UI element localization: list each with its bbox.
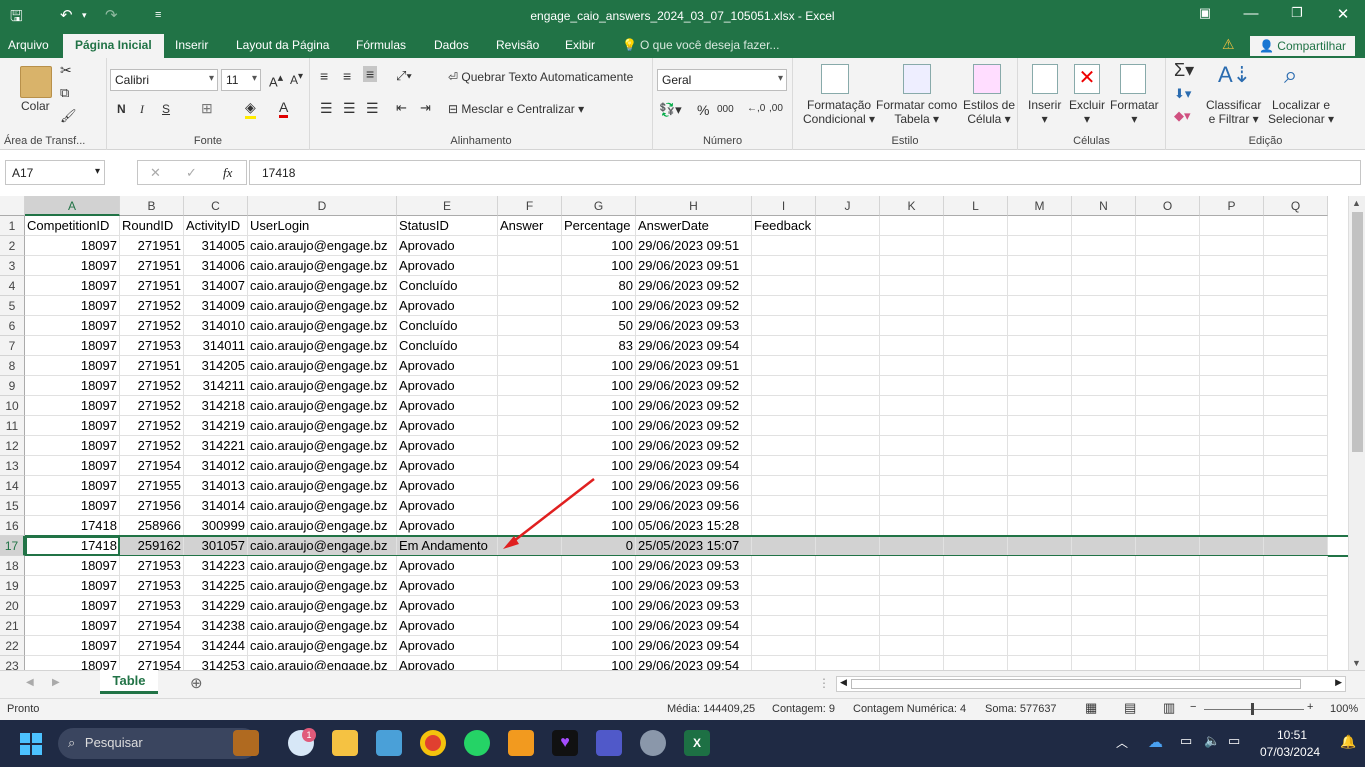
- status-count: Contagem: 9: [772, 703, 835, 715]
- split-handle-icon[interactable]: ⋮: [818, 676, 830, 690]
- next-sheet-icon[interactable]: ▶: [52, 677, 60, 688]
- status-sum: Soma: 577637: [985, 703, 1057, 715]
- sheet-tab-table[interactable]: Table: [100, 670, 158, 694]
- page-layout-icon[interactable]: ▤: [1124, 700, 1136, 716]
- status-average: Média: 144409,25: [667, 703, 756, 715]
- zoom-slider-thumb[interactable]: [1251, 703, 1254, 715]
- scroll-up-icon[interactable]: ▲: [1352, 198, 1361, 208]
- display-icon[interactable]: ▭: [1180, 733, 1192, 749]
- file-explorer-icon[interactable]: [332, 730, 358, 756]
- annotation-arrow: [503, 478, 595, 549]
- clock-date[interactable]: 07/03/2024: [1260, 745, 1320, 759]
- scroll-left-icon[interactable]: ◀: [840, 677, 847, 688]
- search-icon: ⌕: [68, 735, 79, 750]
- zoom-in-icon[interactable]: +: [1307, 701, 1313, 713]
- normal-view-icon[interactable]: ▦: [1085, 700, 1097, 716]
- sublime-icon[interactable]: [508, 730, 534, 756]
- heart-app-icon[interactable]: ♥: [552, 730, 578, 756]
- onedrive-icon[interactable]: ☁: [1148, 733, 1163, 751]
- status-numeric-count: Contagem Numérica: 4: [853, 703, 967, 715]
- zoom-level[interactable]: 100%: [1330, 703, 1358, 715]
- taskbar: ⌕ Pesquisar 1 ♥ X ︿ ☁ ▭ 🔈 ▭ 10:51 07/03/…: [0, 720, 1365, 767]
- page-break-icon[interactable]: ▥: [1163, 700, 1175, 716]
- horizontal-scrollbar[interactable]: ◀ ▶: [836, 676, 1346, 692]
- scroll-down-icon[interactable]: ▼: [1352, 658, 1361, 668]
- whatsapp-icon[interactable]: [464, 730, 490, 756]
- hscroll-thumb[interactable]: [851, 679, 1301, 689]
- teams-icon[interactable]: [596, 730, 622, 756]
- paint-icon[interactable]: [376, 730, 402, 756]
- sheet-bar: ◀ ▶ Table ⊕ ⋮ ◀ ▶: [0, 670, 1365, 698]
- vertical-scrollbar[interactable]: ▲ ▼: [1348, 196, 1365, 670]
- battery-icon[interactable]: ▭: [1228, 733, 1240, 749]
- clock-time[interactable]: 10:51: [1277, 728, 1307, 742]
- start-icon[interactable]: [20, 733, 42, 755]
- scroll-thumb[interactable]: [1352, 212, 1363, 452]
- search-label: Pesquisar: [84, 735, 143, 750]
- zoom-slider[interactable]: [1204, 709, 1304, 710]
- new-sheet-icon[interactable]: ⊕: [190, 674, 203, 692]
- taskbar-search[interactable]: ⌕ Pesquisar: [58, 728, 258, 759]
- scroll-right-icon[interactable]: ▶: [1335, 677, 1342, 688]
- settings-icon[interactable]: [640, 730, 666, 756]
- zoom-out-icon[interactable]: −: [1190, 701, 1196, 713]
- notifications-icon[interactable]: 🔔: [1340, 734, 1356, 750]
- status-ready: Pronto: [7, 703, 40, 715]
- chrome-icon[interactable]: [420, 730, 446, 756]
- status-bar: Pronto Média: 144409,25 Contagem: 9 Cont…: [0, 698, 1365, 720]
- briefcase-icon[interactable]: [233, 730, 259, 756]
- excel-taskbar-icon[interactable]: X: [684, 730, 710, 756]
- volume-icon[interactable]: 🔈: [1204, 733, 1220, 749]
- tray-chevron-icon[interactable]: ︿: [1116, 734, 1128, 751]
- prev-sheet-icon[interactable]: ◀: [26, 677, 34, 688]
- notification-badge: 1: [302, 728, 316, 742]
